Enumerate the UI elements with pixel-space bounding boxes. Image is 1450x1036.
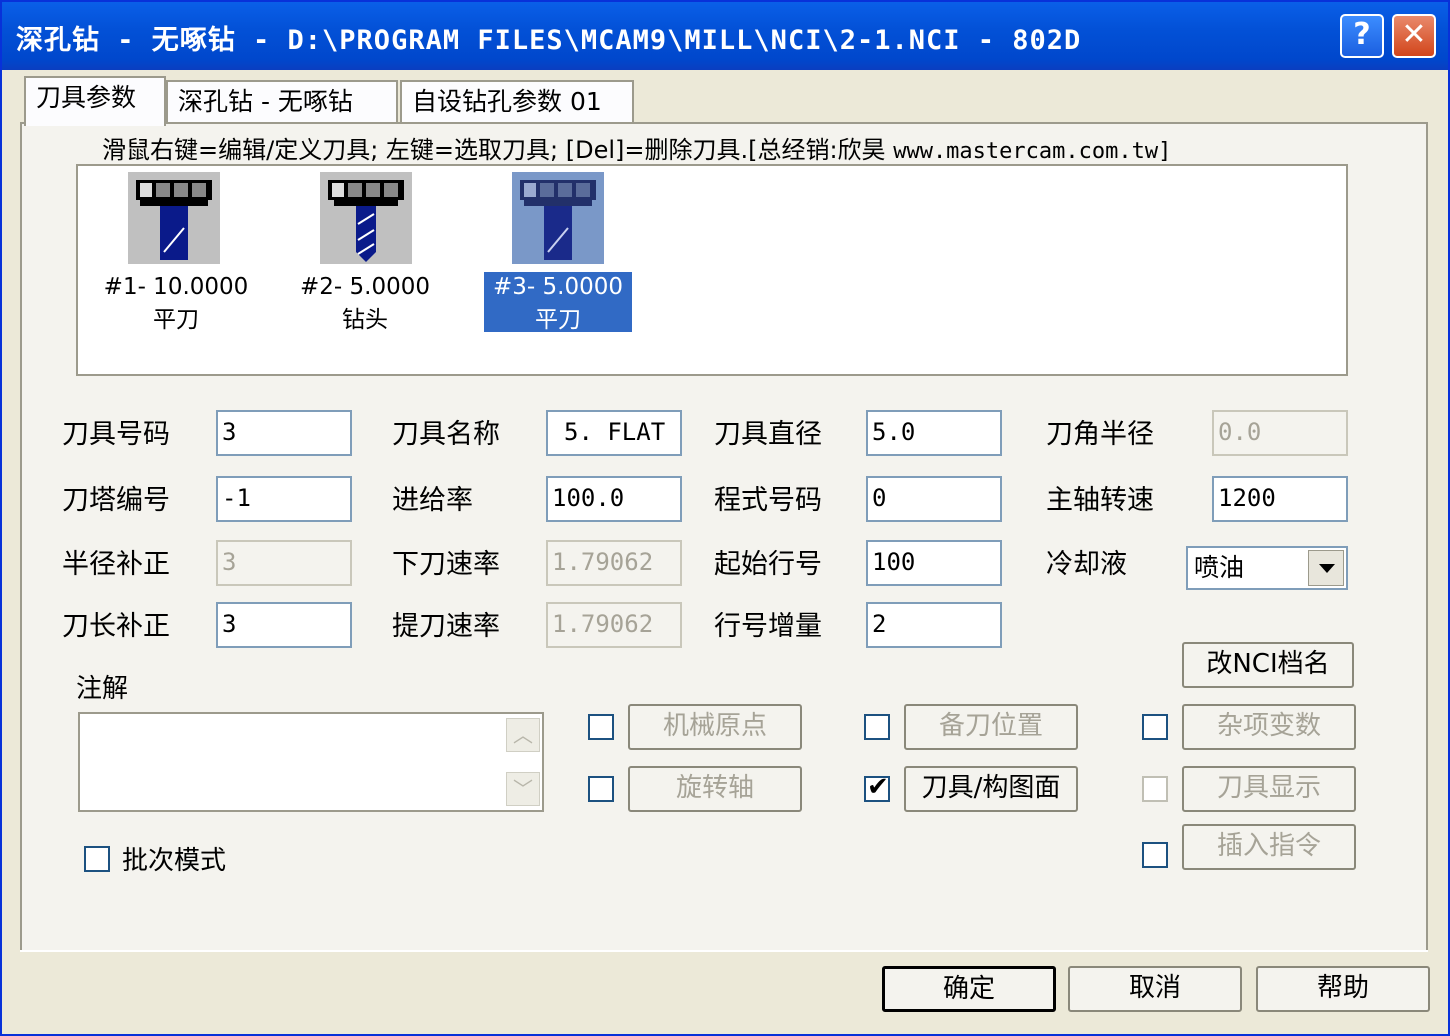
program-no-field[interactable]: 0 (866, 476, 1002, 522)
scroll-up-icon[interactable]: ︿ (506, 718, 540, 752)
tool-name-field[interactable]: 5. FLAT (546, 410, 682, 456)
window-title: 深孔钻 - 无啄钻 - D:\PROGRAM FILES\MCAM9\MILL\… (16, 25, 1082, 56)
length-comp-field[interactable]: 3 (216, 602, 352, 648)
radius-comp-field: 3 (216, 540, 352, 586)
retract-rate-field: 1.79062 (546, 602, 682, 648)
home-pos-button: 机械原点 (628, 704, 802, 750)
ok-button[interactable]: 确定 (882, 966, 1056, 1012)
program-no-label: 程式号码 (714, 485, 822, 516)
flat-endmill-icon (128, 172, 220, 264)
tool-no-label: 刀具号码 (62, 419, 170, 450)
tool-2-type: 钻头 (342, 307, 388, 333)
tool-dia-label: 刀具直径 (714, 419, 822, 450)
retract-rate-label: 提刀速率 (392, 611, 500, 642)
seq-start-label: 起始行号 (714, 549, 822, 580)
title-bar[interactable]: 深孔钻 - 无啄钻 - D:\PROGRAM FILES\MCAM9\MILL\… (2, 2, 1448, 70)
chevron-down-icon[interactable] (1308, 550, 1344, 586)
close-title-button[interactable]: ✕ (1392, 14, 1436, 58)
ref-point-button: 备刀位置 (904, 704, 1078, 750)
hint-text: 滑鼠右键=编辑/定义刀具; 左键=选取刀具; [Del]=删除刀具.[总经销:欣… (102, 136, 894, 164)
tool-1-type: 平刀 (153, 307, 199, 333)
tool-list[interactable] (76, 164, 1348, 376)
tab-custom-drill[interactable]: 自设钻孔参数 01 (400, 80, 634, 124)
misc-vars-button: 杂项变数 (1182, 704, 1356, 750)
plunge-rate-label: 下刀速率 (392, 549, 500, 580)
tool-no-field[interactable]: 3 (216, 410, 352, 456)
batch-mode-checkbox[interactable] (84, 846, 110, 872)
spindle-speed-label: 主轴转速 (1046, 485, 1154, 516)
rotary-axis-button: 旋转轴 (628, 766, 802, 812)
corner-radius-field: 0.0 (1212, 410, 1348, 456)
home-pos-checkbox[interactable] (588, 714, 614, 740)
tool-name-label: 刀具名称 (392, 419, 500, 450)
tool-item-1[interactable]: #1- 10.0000 平刀 (96, 170, 256, 333)
misc-vars-checkbox[interactable] (1142, 714, 1168, 740)
coolant-select[interactable]: 喷油 (1186, 546, 1348, 590)
flat-endmill-icon (512, 172, 604, 264)
tool-2-size: #2- 5.0000 (300, 274, 430, 300)
comment-label: 注解 (76, 674, 129, 704)
tool-display-button: 刀具显示 (1182, 766, 1356, 812)
tool-list-hint: 滑鼠右键=编辑/定义刀具; 左键=选取刀具; [Del]=删除刀具.[总经销:欣… (102, 130, 1171, 165)
tool-plane-checkbox[interactable]: ✔ (864, 772, 890, 802)
tool-plane-button[interactable]: 刀具/构图面 (904, 766, 1078, 812)
tool-3-type: 平刀 (535, 307, 581, 333)
rename-nci-button[interactable]: 改NCI档名 (1182, 642, 1354, 688)
spindle-speed-field[interactable]: 1200 (1212, 476, 1348, 522)
tool-item-2[interactable]: #2- 5.0000 钻头 (290, 170, 440, 333)
tool-item-3[interactable]: #3- 5.0000 平刀 (484, 170, 632, 333)
corner-radius-label: 刀角半径 (1046, 419, 1154, 450)
rotary-axis-checkbox[interactable] (588, 776, 614, 802)
plunge-rate-field: 1.79062 (546, 540, 682, 586)
tab-tool-params[interactable]: 刀具参数 (24, 76, 166, 126)
coolant-value: 喷油 (1194, 553, 1245, 582)
turret-no-label: 刀塔编号 (62, 485, 170, 516)
checkmark-icon: ✔ (867, 772, 889, 802)
feed-rate-label: 进给率 (392, 485, 473, 516)
help-title-button[interactable]: ? (1340, 14, 1384, 58)
seq-start-field[interactable]: 100 (866, 540, 1002, 586)
feed-rate-field[interactable]: 100.0 (546, 476, 682, 522)
length-comp-label: 刀长补正 (62, 611, 170, 642)
ref-point-checkbox[interactable] (864, 714, 890, 740)
comment-textarea[interactable]: ︿ ﹀ (78, 712, 544, 812)
coolant-label: 冷却液 (1046, 549, 1127, 580)
drill-icon (320, 172, 412, 264)
radius-comp-label: 半径补正 (62, 549, 170, 580)
seq-inc-label: 行号增量 (714, 611, 822, 642)
divider (20, 950, 1428, 952)
tool-3-size: #3- 5.0000 (493, 274, 623, 300)
insert-cmd-button: 插入指令 (1182, 824, 1356, 870)
turret-no-field[interactable]: -1 (216, 476, 352, 522)
help-button[interactable]: 帮助 (1256, 966, 1430, 1012)
cancel-button[interactable]: 取消 (1068, 966, 1242, 1012)
seq-inc-field[interactable]: 2 (866, 602, 1002, 648)
tool-dia-field[interactable]: 5.0 (866, 410, 1002, 456)
insert-cmd-checkbox[interactable] (1142, 842, 1168, 868)
tool-display-checkbox (1142, 776, 1168, 802)
tool-1-size: #1- 10.0000 (103, 274, 249, 300)
scroll-down-icon[interactable]: ﹀ (506, 772, 540, 806)
tab-deep-drill[interactable]: 深孔钻 - 无啄钻 (166, 80, 398, 124)
hint-url: www.mastercam.com.tw] (893, 139, 1172, 164)
batch-mode-label: 批次模式 (122, 846, 227, 876)
